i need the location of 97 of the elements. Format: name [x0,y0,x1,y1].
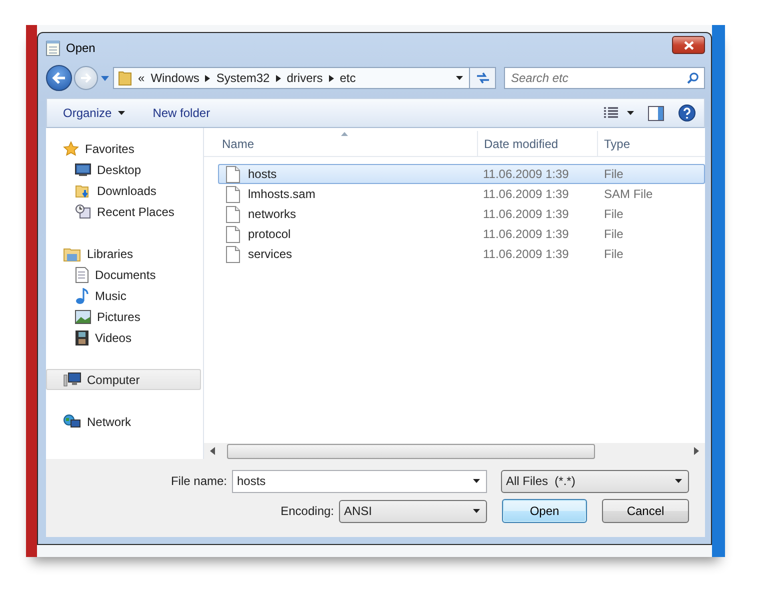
column-header[interactable]: Type [597,131,705,156]
folder-arrow-icon [75,182,91,198]
nav-item[interactable]: Network [46,411,203,432]
chevron-right-icon [276,74,281,82]
nav-item[interactable]: Music [46,285,203,306]
file-name: lmhosts.sam [248,187,316,201]
film-icon [75,330,89,346]
help-button[interactable] [678,104,696,122]
caret-icon [456,76,463,80]
close-button[interactable] [672,36,705,54]
file-icon [226,166,240,182]
column-header[interactable]: Name [204,131,477,156]
refresh-arrows-icon [476,72,490,84]
horizontal-scrollbar[interactable] [204,443,705,459]
file-row[interactable]: hosts 11.06.2009 1:39 File [218,164,705,184]
computer-icon [63,372,81,388]
sort-caret-icon [340,132,348,136]
breadcrumb[interactable]: « [138,71,145,85]
arrow-right-icon [80,73,92,83]
file-row[interactable]: services 11.06.2009 1:39 File [218,244,705,264]
file-type: File [603,207,624,221]
star-icon [63,140,79,156]
preview-pane-button[interactable] [648,106,664,120]
refresh-button[interactable] [470,67,496,89]
toolbar-button[interactable]: New folder [144,104,210,122]
date-modified: 11.06.2009 1:39 [482,227,570,241]
file-icon [226,186,240,202]
date-modified: 11.06.2009 1:39 [482,187,570,201]
column-header[interactable]: Date modified [477,131,597,156]
breadcrumb[interactable]: drivers [286,71,323,85]
file-row[interactable]: networks 11.06.2009 1:39 File [218,204,705,224]
file-name-field[interactable]: hosts [232,470,487,492]
arrow-left-icon [52,72,66,84]
file-row[interactable]: protocol 11.06.2009 1:39 File [218,224,705,244]
notepad-icon [46,40,60,56]
breadcrumb[interactable]: Windows [150,71,200,85]
nav-item[interactable]: Favorites [46,138,203,159]
list-view-icon [603,107,619,119]
window-title: Open [66,41,96,55]
close-icon [684,40,694,50]
library-folder-icon [63,246,81,262]
file-type: File [603,227,624,241]
file-type: File [603,247,624,261]
file-icon [226,246,240,262]
monitor-icon [75,162,91,176]
field-label: File name: [170,474,227,488]
scroll-left-icon[interactable] [210,447,215,455]
field-label: Encoding: [280,504,334,518]
encoding-dropdown[interactable]: ANSI [339,500,487,522]
date-modified: 11.06.2009 1:39 [482,167,570,181]
nav-item[interactable]: Pictures [46,306,203,327]
search-icon [687,72,699,84]
history-dropdown-button[interactable] [98,76,112,80]
file-name: services [248,247,292,261]
dialog-button[interactable]: Open [502,499,587,523]
music-note-icon [75,288,89,304]
file-name: protocol [248,227,291,241]
file-type-dropdown[interactable]: All Files (*.*) [501,470,689,492]
file-row[interactable]: lmhosts.sam 11.06.2009 1:39 SAM File [218,184,705,204]
breadcrumb[interactable]: System32 [216,71,270,85]
caret-icon [473,479,480,483]
nav-item[interactable]: Downloads [46,180,203,201]
file-type: SAM File [603,187,654,201]
toolbar-button[interactable]: Organize [55,104,125,122]
back-button[interactable] [46,65,72,91]
file-icon [226,206,240,222]
date-modified: 11.06.2009 1:39 [482,247,570,261]
file-type: File [603,167,624,181]
nav-item[interactable]: Computer [46,369,201,390]
picture-icon [75,310,91,324]
nav-item[interactable]: Documents [46,264,203,285]
file-name: hosts [248,167,277,181]
breadcrumb[interactable]: etc [340,71,356,85]
nav-item[interactable]: Recent Places [46,201,203,222]
file-name: networks [248,207,296,221]
preview-pane-icon [648,106,664,120]
caret-icon [101,76,109,80]
address-bar[interactable]: « Windows System32 drivers etc [113,67,470,89]
nav-item[interactable]: Desktop [46,159,203,180]
document-icon [75,266,89,282]
folder-icon [118,70,132,86]
nav-item[interactable]: Videos [46,327,203,348]
chevron-right-icon [205,74,210,82]
dialog-button[interactable]: Cancel [602,499,689,523]
caret-icon [627,111,634,115]
scroll-right-icon[interactable] [694,447,699,455]
nav-item[interactable]: Libraries [46,243,203,264]
search-field[interactable]: Search etc [504,67,705,89]
network-icon [63,414,81,430]
recent-places-icon [75,204,91,220]
caret-icon [473,509,480,513]
chevron-right-icon [328,74,334,82]
help-icon [678,104,696,122]
date-modified: 11.06.2009 1:39 [482,207,570,221]
file-icon [226,226,240,242]
view-options-button[interactable] [603,107,634,119]
caret-icon [675,479,682,483]
